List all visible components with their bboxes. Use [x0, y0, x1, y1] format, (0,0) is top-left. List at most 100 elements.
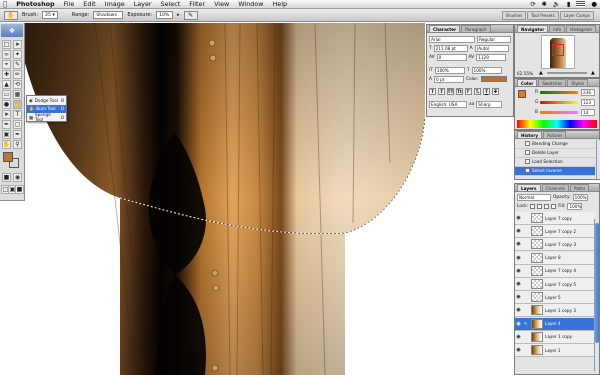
faux-italic-button[interactable]: T: [438, 88, 445, 95]
marquee-tool[interactable]: □: [2, 40, 11, 49]
volume-icon[interactable]: 🔈: [553, 0, 561, 8]
font-style-select[interactable]: Regular: [477, 36, 511, 43]
airbrush-toggle[interactable]: ✎: [183, 10, 198, 20]
layer-row[interactable]: ◉ Layer 1 copy: [515, 330, 595, 344]
antialias-select[interactable]: Sharp: [476, 101, 503, 108]
vertical-scale-input[interactable]: 100%: [434, 67, 465, 74]
tab-paths[interactable]: Paths: [569, 184, 590, 191]
brush-picker[interactable]: 25 ▾: [42, 11, 58, 19]
blue-input[interactable]: 14: [581, 109, 595, 116]
magic-wand-tool[interactable]: ✦: [13, 50, 22, 59]
font-size-input[interactable]: 211.08 pt: [433, 45, 468, 52]
underline-button[interactable]: T: [483, 88, 490, 95]
adobe-online-button[interactable]: ❖: [1, 24, 23, 37]
pen-tool[interactable]: ✒: [2, 120, 11, 129]
layer-visibility-eye-icon[interactable]: ◉: [515, 307, 522, 313]
language-select[interactable]: English: USA: [429, 101, 467, 108]
layer-row[interactable]: ◉ Layer 1 copy 3: [515, 304, 595, 318]
layers-scrollbar[interactable]: [594, 219, 599, 371]
dodge-tool-item[interactable]: ◉ Dodge Tool O: [27, 96, 66, 105]
opacity-input[interactable]: 100%: [572, 194, 588, 201]
blend-mode-select[interactable]: Normal: [517, 194, 551, 201]
layer-visibility-eye-icon[interactable]: ◉: [515, 228, 522, 234]
tab-styles[interactable]: Styles: [567, 79, 589, 86]
tool-preset-picker[interactable]: ✋: [4, 10, 18, 20]
layer-visibility-eye-icon[interactable]: ◉: [515, 255, 522, 261]
small-caps-button[interactable]: Tt: [456, 88, 463, 95]
layer-row[interactable]: ◉ Layer 7 copy 2: [515, 225, 595, 239]
app-menu[interactable]: Photoshop: [16, 0, 54, 8]
healing-brush-tool[interactable]: ✚: [2, 70, 11, 79]
standard-mode-button[interactable]: ■: [2, 173, 11, 182]
subscript-button[interactable]: T,: [474, 88, 481, 95]
sponge-tool-item[interactable]: ▩ Sponge Tool O: [27, 112, 66, 122]
layer-brush-icon[interactable]: ✎: [524, 321, 529, 326]
apple-menu-icon[interactable]: : [3, 0, 7, 8]
navigator-zoom-value[interactable]: 62.55%: [517, 71, 533, 76]
lasso-tool[interactable]: ∞: [2, 50, 11, 59]
layer-row[interactable]: ◉ Layer 7 copy 4: [515, 264, 595, 278]
superscript-button[interactable]: T': [465, 88, 472, 95]
move-tool[interactable]: ➤: [13, 40, 22, 49]
layer-row[interactable]: ◉ Layer 7 copy 5: [515, 278, 595, 291]
tab-character[interactable]: Character: [429, 25, 461, 32]
lock-position-icon[interactable]: [544, 203, 550, 209]
green-slider[interactable]: [540, 101, 578, 104]
eyedropper-tool[interactable]: ✒: [13, 130, 22, 139]
layer-row[interactable]: ◉ Layer 8: [515, 251, 595, 265]
path-selection-tool[interactable]: ➤: [2, 110, 11, 119]
tracking-input[interactable]: 1129: [476, 54, 507, 61]
green-input[interactable]: 123: [581, 99, 595, 106]
menu-file[interactable]: File: [64, 0, 75, 8]
red-slider[interactable]: [540, 91, 578, 94]
kerning-input[interactable]: 0: [436, 54, 467, 61]
exposure-slider-arrow-icon[interactable]: ▸: [177, 12, 180, 18]
history-item[interactable]: Load Selection: [515, 158, 595, 167]
history-brush-tool[interactable]: ⟲: [13, 80, 22, 89]
layer-visibility-eye-icon[interactable]: ◉: [515, 334, 522, 340]
all-caps-button[interactable]: TT: [447, 88, 454, 95]
well-tab-layer-comps[interactable]: Layer Comps: [559, 10, 594, 20]
menu-filter[interactable]: Filter: [189, 0, 205, 8]
history-item[interactable]: Select Inverse: [515, 167, 595, 176]
strikethrough-button[interactable]: T: [492, 88, 499, 95]
zoom-slider[interactable]: [547, 72, 587, 74]
screen-mode-full[interactable]: ■: [15, 185, 24, 194]
type-tool[interactable]: T: [13, 110, 22, 119]
layer-visibility-eye-icon[interactable]: ◉: [515, 241, 522, 247]
exposure-input[interactable]: 10%: [156, 11, 174, 19]
input-menu-flag-icon[interactable]: [576, 1, 586, 7]
menu-select[interactable]: Select: [161, 0, 181, 8]
tab-info[interactable]: Info: [549, 25, 566, 32]
tab-navigator[interactable]: Navigator: [517, 25, 549, 32]
tab-history[interactable]: History: [517, 131, 543, 138]
red-input[interactable]: 236: [581, 89, 595, 96]
layer-row[interactable]: ◉ Layer 7 copy 3: [515, 238, 595, 252]
brush-tool[interactable]: ✏: [13, 70, 22, 79]
clone-stamp-tool[interactable]: ▲: [2, 80, 11, 89]
layer-visibility-eye-icon[interactable]: ◉: [515, 215, 522, 221]
menu-view[interactable]: View: [214, 0, 229, 8]
zoom-in-icon[interactable]: ▲: [591, 70, 595, 76]
bluetooth-icon[interactable]: ✱: [542, 0, 547, 8]
lock-all-icon[interactable]: [551, 203, 557, 209]
blur-tool[interactable]: ●: [2, 100, 11, 109]
burn-tool[interactable]: ✋: [13, 100, 22, 109]
navigator-thumbnail[interactable]: [541, 35, 575, 69]
layer-visibility-eye-icon[interactable]: ◉: [515, 321, 522, 327]
zoom-tool[interactable]: ⚲: [13, 140, 22, 149]
battery-icon[interactable]: ▮: [567, 0, 571, 8]
layer-visibility-eye-icon[interactable]: ◉: [515, 281, 522, 287]
font-family-select[interactable]: Arial: [429, 36, 475, 43]
tab-histogram[interactable]: Histogram: [566, 25, 596, 32]
layer-visibility-eye-icon[interactable]: ◉: [515, 347, 522, 353]
tab-color[interactable]: Color: [517, 79, 538, 86]
layer-row[interactable]: ◉ Layer 7 copy: [515, 212, 595, 225]
well-tab-tool-presets[interactable]: Tool Presets: [527, 10, 559, 20]
tab-paragraph[interactable]: Paragraph: [461, 25, 491, 32]
color-foreground-swatch[interactable]: [518, 90, 526, 98]
color-ramp[interactable]: [517, 120, 597, 128]
layer-row[interactable]: ◉ Layer 5: [515, 291, 595, 305]
faux-bold-button[interactable]: T: [429, 88, 436, 95]
tab-actions[interactable]: Actions: [543, 131, 567, 138]
